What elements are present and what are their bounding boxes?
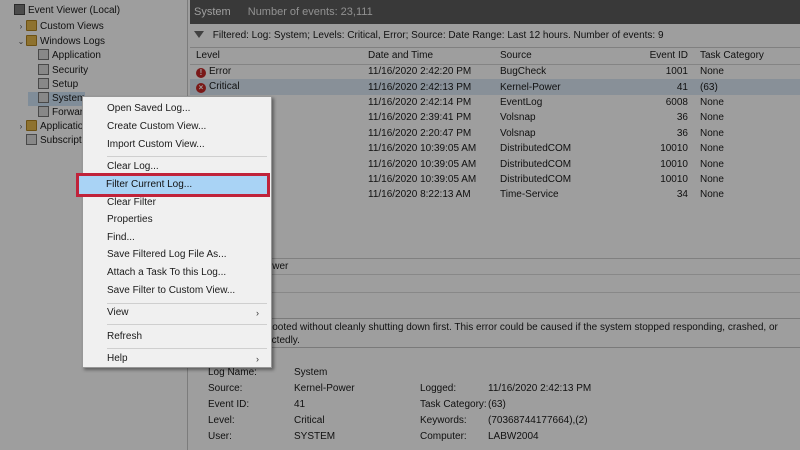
menu-open-saved-log[interactable]: Open Saved Log... [107, 101, 265, 117]
menu-separator [107, 348, 267, 349]
menu-filter-current-log[interactable]: Filter Current Log... [76, 173, 270, 197]
menu-view-label: View [107, 307, 129, 318]
menu-save-filter-custom-view[interactable]: Save Filter to Custom View... [107, 283, 265, 299]
context-menu: Open Saved Log... Create Custom View... … [82, 96, 272, 368]
menu-refresh[interactable]: Refresh [107, 329, 265, 345]
submenu-arrow-icon: › [256, 354, 259, 364]
submenu-arrow-icon: › [256, 308, 259, 318]
menu-properties[interactable]: Properties [107, 212, 265, 228]
menu-separator [107, 303, 267, 304]
menu-filter-current-log-label: Filter Current Log... [106, 179, 193, 190]
menu-clear-filter[interactable]: Clear Filter [107, 195, 265, 211]
menu-view[interactable]: View › [107, 305, 265, 321]
menu-help[interactable]: Help › [107, 351, 265, 367]
menu-attach-task[interactable]: Attach a Task To this Log... [107, 265, 265, 281]
menu-find[interactable]: Find... [107, 230, 265, 246]
menu-help-label: Help [107, 353, 128, 364]
menu-separator [107, 156, 267, 157]
menu-import-custom-view[interactable]: Import Custom View... [107, 137, 265, 153]
menu-separator [107, 324, 267, 325]
menu-create-custom-view[interactable]: Create Custom View... [107, 119, 265, 135]
menu-save-filtered-log[interactable]: Save Filtered Log File As... [107, 247, 265, 263]
